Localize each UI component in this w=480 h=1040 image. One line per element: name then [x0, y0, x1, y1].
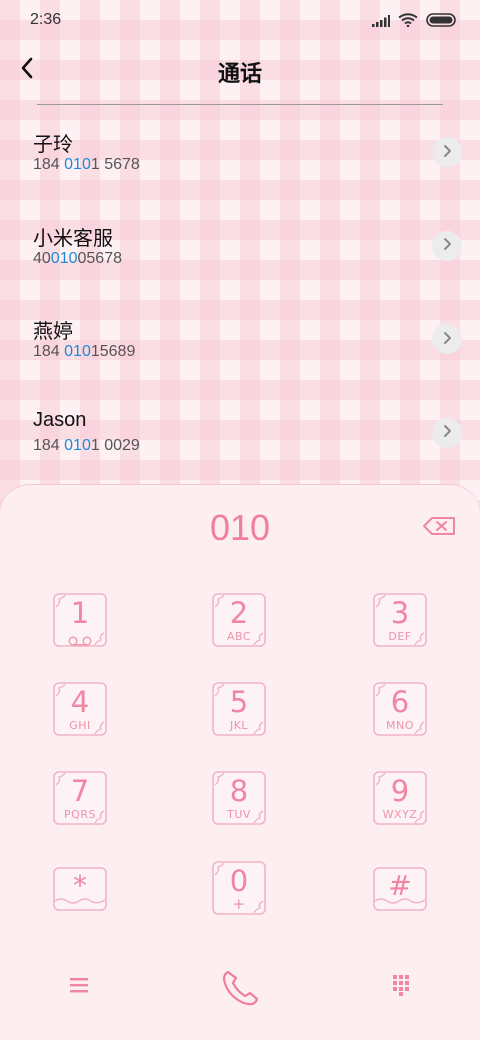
number-match: 010	[64, 436, 91, 454]
dialpad-icon	[392, 974, 410, 1000]
key-digit: 9	[390, 774, 410, 808]
key-letters: TUV	[227, 808, 251, 821]
contact-detail-button[interactable]	[432, 230, 462, 261]
contact-name: 燕婷	[33, 321, 73, 343]
chevron-right-icon	[442, 330, 452, 349]
key-digit: 6	[390, 685, 410, 719]
number-match: 010	[64, 343, 91, 360]
number-suffix: 15689	[90, 343, 136, 360]
menu-icon	[69, 977, 89, 997]
delete-button[interactable]	[420, 513, 458, 543]
key-digit: 0	[229, 864, 249, 898]
contact-number: 184 0101 5678	[33, 156, 140, 174]
key-digit: 8	[229, 774, 249, 808]
dial-key-9[interactable]: 9 WXYZ	[373, 771, 427, 825]
header: 通话	[0, 42, 480, 102]
key-letters: MNO	[386, 719, 414, 732]
key-digit: #	[388, 869, 412, 902]
number-prefix: 184	[33, 343, 65, 360]
contact-number: 184 01015689	[33, 343, 135, 361]
chevron-right-icon	[442, 423, 452, 442]
voicemail-icon	[68, 631, 92, 650]
call-button[interactable]	[216, 966, 264, 1014]
page-title: 通话	[217, 62, 262, 87]
signal-icon	[372, 12, 390, 31]
backspace-icon	[422, 516, 456, 540]
menu-button[interactable]	[64, 972, 94, 1002]
contact-detail-button[interactable]	[432, 137, 462, 167]
number-prefix: 40	[33, 249, 51, 267]
dialer-panel: 010 1 2 ABC 3 DEF 4 GHI 5 JKL 6 MNO 7 PQ…	[0, 484, 480, 1040]
key-letters: JKL	[229, 719, 249, 732]
key-digit: 1	[70, 596, 90, 630]
dial-key-2[interactable]: 2 ABC	[212, 593, 266, 647]
dial-key-1[interactable]: 1	[53, 593, 107, 647]
status-icons	[372, 12, 456, 31]
dial-key-4[interactable]: 4 GHI	[53, 682, 107, 736]
contact-item[interactable]: 燕婷 184 01015689	[0, 293, 480, 387]
contact-item[interactable]: 小米客服 4001005678	[0, 200, 480, 294]
number-prefix: 184	[33, 156, 65, 173]
contact-detail-button[interactable]	[432, 324, 462, 354]
key-digit: *	[73, 869, 87, 902]
key-letters: DEF	[388, 630, 412, 643]
key-digit: 5	[229, 685, 249, 719]
dial-key-star[interactable]: *	[53, 867, 107, 911]
number-suffix: 1 5678	[90, 156, 140, 173]
contact-name: 小米客服	[33, 227, 113, 250]
dial-key-8[interactable]: 8 TUV	[212, 771, 266, 825]
dial-key-6[interactable]: 6 MNO	[373, 682, 427, 736]
contact-item[interactable]: Jason 184 0101 0029	[0, 387, 480, 481]
key-digit: 2	[229, 596, 249, 630]
contact-item[interactable]: 子玲 184 0101 5678	[0, 106, 480, 200]
status-time: 2:36	[30, 11, 62, 28]
battery-icon	[426, 12, 456, 31]
key-letters: +	[232, 895, 246, 913]
chevron-right-icon	[442, 143, 452, 162]
status-bar: 2:36	[0, 0, 480, 42]
key-digit: 3	[390, 596, 410, 630]
number-match: 010	[64, 156, 91, 173]
dial-key-3[interactable]: 3 DEF	[373, 593, 427, 647]
dial-key-5[interactable]: 5 JKL	[212, 682, 266, 736]
key-letters: WXYZ	[382, 808, 418, 821]
key-digit: 7	[70, 774, 90, 808]
number-match: 010	[50, 249, 78, 267]
contact-number: 184 0101 0029	[33, 437, 140, 455]
contact-name: Jason	[33, 408, 87, 431]
chevron-right-icon	[442, 236, 452, 255]
number-suffix: 1 0029	[90, 436, 140, 454]
contact-list: 子玲 184 0101 5678 小米客服 4001005678 燕婷 184 …	[0, 106, 480, 480]
key-letters: GHI	[69, 719, 91, 732]
header-divider	[37, 104, 443, 105]
contact-name: 子玲	[33, 134, 73, 156]
number-suffix: 05678	[77, 249, 123, 267]
dial-input[interactable]: 010	[0, 507, 480, 549]
dial-key-hash[interactable]: #	[373, 867, 427, 911]
number-prefix: 184	[33, 436, 65, 454]
key-digit: 4	[70, 685, 90, 719]
contact-number: 4001005678	[33, 250, 122, 268]
dial-key-0[interactable]: 0 +	[212, 861, 266, 915]
dial-key-7[interactable]: 7 PQRS	[53, 771, 107, 825]
phone-icon	[220, 968, 260, 1012]
key-letters: PQRS	[64, 808, 96, 821]
bottom-bar	[0, 960, 480, 1020]
contact-detail-button[interactable]	[432, 417, 462, 448]
key-letters: ABC	[226, 630, 252, 643]
keypad-toggle-button[interactable]	[386, 972, 416, 1002]
wifi-icon	[398, 12, 418, 31]
